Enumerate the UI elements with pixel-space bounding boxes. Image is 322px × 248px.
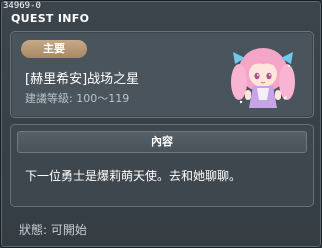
npc-portrait-icon [231, 48, 295, 108]
window-title: QUEST INFO [11, 12, 90, 25]
quest-info-window: 34969-0 QUEST INFO 主要 [赫里希安]战场之星 建議等級: 1… [0, 0, 322, 248]
category-badge: 主要 [21, 40, 87, 58]
content-header: 內容 [17, 131, 307, 153]
content-text: 下一位勇士是爆莉萌天使。去和她聊聊。 [25, 169, 242, 183]
title-bar[interactable]: QUEST INFO [1, 10, 322, 28]
quest-content-panel: 內容 下一位勇士是爆莉萌天使。去和她聊聊。 [10, 124, 314, 207]
quest-status: 狀態: 可開始 [19, 223, 87, 237]
quest-summary-panel: 主要 [赫里希安]战场之星 建議等級: 100～119 [10, 31, 314, 118]
recommended-level: 建議等級: 100～119 [25, 92, 130, 105]
quest-name: [赫里希安]战场之星 [25, 72, 140, 87]
